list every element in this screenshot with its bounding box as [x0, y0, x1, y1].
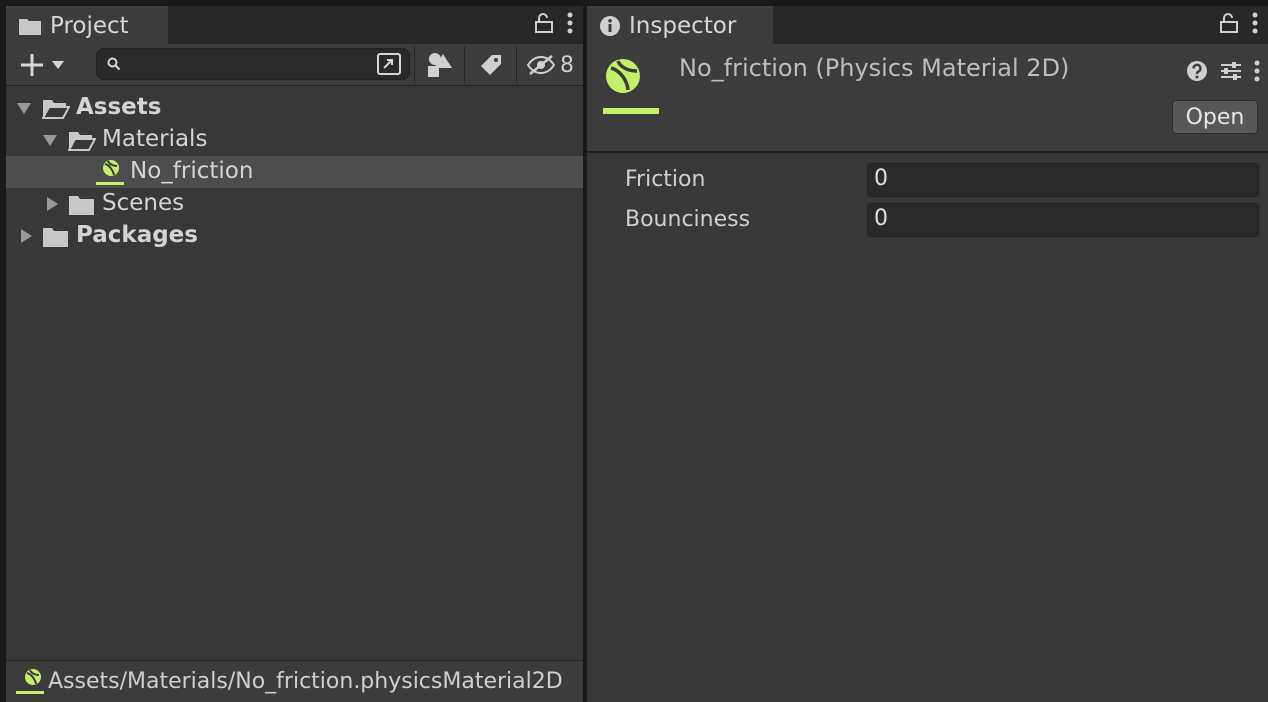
tab-inspector[interactable]: Inspector [587, 6, 773, 44]
folder-open-icon [42, 98, 70, 120]
search-icon [107, 57, 121, 71]
presets-icon[interactable] [1220, 60, 1242, 82]
project-tree: Assets Materials No_friction Scenes Pack… [6, 86, 583, 252]
physics-material-icon [94, 158, 124, 186]
property-bounciness: Bounciness 0 [587, 199, 1268, 239]
plus-icon [19, 52, 45, 78]
kebab-menu-icon[interactable] [1254, 60, 1260, 82]
inspector-title: No_friction (Physics Material 2D) [679, 54, 1070, 82]
search-in-window-icon[interactable] [375, 52, 403, 76]
inspector-panel: Inspector No_friction (Physics Material … [587, 6, 1268, 702]
kebab-menu-icon[interactable] [1252, 12, 1258, 34]
info-icon [599, 15, 621, 37]
tab-project-label: Project [50, 13, 129, 39]
tree-item-materials[interactable]: Materials [6, 124, 583, 156]
kebab-menu-icon[interactable] [567, 12, 573, 34]
selection-path-bar: Assets/Materials/No_friction.physicsMate… [6, 660, 583, 702]
friction-field[interactable]: 0 [867, 163, 1259, 197]
eye-slash-icon [526, 54, 556, 76]
create-dropdown-button[interactable] [14, 44, 70, 86]
chevron-down-icon [51, 60, 65, 70]
folder-icon [42, 226, 70, 248]
collapsed-arrow-icon[interactable] [44, 196, 60, 212]
physics-material-icon [16, 667, 46, 695]
hidden-packages-toggle[interactable]: 8 [520, 44, 580, 86]
tree-item-label: Scenes [102, 190, 185, 216]
expanded-arrow-icon[interactable] [42, 132, 58, 148]
project-toolbar: 8 [6, 44, 583, 86]
property-friction: Friction 0 [587, 159, 1268, 199]
physics-material-icon [601, 54, 645, 98]
filter-by-type-button[interactable] [416, 44, 464, 86]
tree-item-no-friction[interactable]: No_friction [6, 156, 583, 188]
help-icon[interactable] [1186, 60, 1208, 82]
bounciness-field[interactable]: 0 [867, 203, 1259, 237]
tree-item-label: Packages [76, 222, 198, 248]
tab-project[interactable]: Project [6, 6, 168, 44]
folder-icon [68, 194, 96, 216]
lock-icon[interactable] [535, 13, 553, 33]
filter-by-label-button[interactable] [466, 44, 516, 86]
tree-item-packages[interactable]: Packages [6, 220, 583, 252]
tree-item-label: Assets [76, 94, 162, 120]
selection-path: Assets/Materials/No_friction.physicsMate… [48, 669, 563, 694]
open-button[interactable]: Open [1172, 100, 1258, 134]
expanded-arrow-icon[interactable] [16, 100, 32, 116]
inspector-header: No_friction (Physics Material 2D) Open [587, 44, 1268, 153]
project-panel: Project 8 Assets Materials No_friction S… [6, 6, 583, 702]
lock-icon[interactable] [1220, 13, 1238, 33]
tree-item-label: No_friction [130, 158, 254, 184]
folder-open-icon [68, 130, 96, 152]
property-list: Friction 0 Bounciness 0 [587, 153, 1268, 239]
property-label: Friction [625, 167, 706, 192]
tag-icon [479, 53, 503, 77]
tab-inspector-label: Inspector [629, 13, 737, 39]
inspector-tabbar: Inspector [587, 6, 1268, 44]
collapsed-arrow-icon[interactable] [18, 228, 34, 244]
asset-type-underline [603, 108, 659, 114]
shapes-icon [426, 52, 454, 78]
hidden-count: 8 [560, 52, 574, 78]
tree-item-assets[interactable]: Assets [6, 92, 583, 124]
project-tabbar: Project [6, 6, 583, 44]
property-label: Bounciness [625, 207, 751, 232]
tree-item-scenes[interactable]: Scenes [6, 188, 583, 220]
folder-icon [18, 16, 42, 36]
tree-item-label: Materials [102, 126, 208, 152]
search-field[interactable] [96, 48, 410, 80]
